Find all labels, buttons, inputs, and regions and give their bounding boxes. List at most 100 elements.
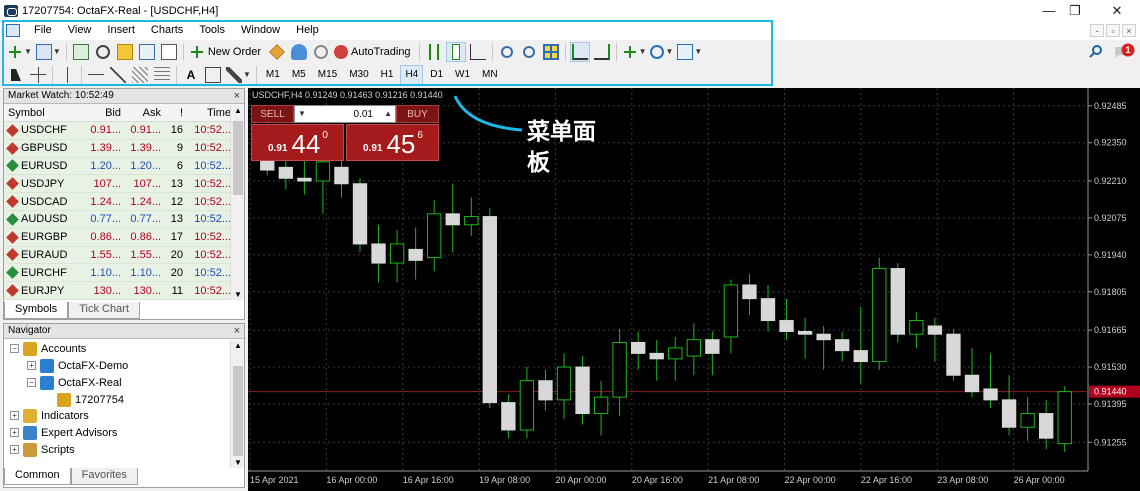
community-button[interactable]: [289, 42, 309, 62]
column-time[interactable]: Time: [183, 107, 233, 119]
column-spread[interactable]: !: [161, 107, 183, 119]
terminal-toggle-button[interactable]: [137, 42, 157, 62]
equidistant-channel-button[interactable]: [130, 65, 150, 85]
market-watch-row[interactable]: AUDUSD 0.77... 0.77... 13 10:52...: [4, 210, 244, 229]
tile-windows-button[interactable]: [541, 42, 561, 62]
menu-insert[interactable]: Insert: [99, 21, 143, 40]
zoom-in-button[interactable]: [497, 42, 517, 62]
menu-tools[interactable]: Tools: [191, 21, 233, 40]
mdi-restore-button[interactable]: ▫: [1106, 24, 1120, 37]
menu-file[interactable]: File: [26, 21, 60, 40]
notification-icon[interactable]: 1: [1113, 42, 1135, 60]
navigator-item[interactable]: + Scripts: [10, 441, 75, 458]
timeframe-d1[interactable]: D1: [425, 65, 448, 85]
bar-chart-button[interactable]: [424, 42, 444, 62]
expand-icon[interactable]: +: [10, 428, 19, 437]
menu-charts[interactable]: Charts: [143, 21, 191, 40]
tab-tick-chart[interactable]: Tick Chart: [68, 302, 140, 319]
zoom-out-button[interactable]: [519, 42, 539, 62]
auto-scroll-button[interactable]: [569, 41, 590, 62]
new-chart-button[interactable]: ▼: [6, 42, 33, 62]
chart-shift-button[interactable]: [592, 42, 612, 62]
autotrading-button[interactable]: AutoTrading: [333, 42, 415, 62]
menu-help[interactable]: Help: [288, 21, 327, 40]
buy-price-box[interactable]: 0.91 45 6: [346, 124, 439, 161]
tab-symbols[interactable]: Symbols: [4, 302, 69, 319]
navigator-item[interactable]: − OctaFX-Real: [27, 374, 122, 391]
expand-icon[interactable]: +: [27, 361, 36, 370]
navigator-item[interactable]: + OctaFX-Demo: [27, 357, 128, 374]
search-icon[interactable]: [1089, 44, 1103, 58]
navigator-item[interactable]: + Expert Advisors: [10, 424, 117, 441]
strategy-tester-button[interactable]: [159, 42, 179, 62]
scroll-thumb[interactable]: [233, 121, 243, 195]
timeframe-m15[interactable]: M15: [313, 65, 342, 85]
lot-increase-icon[interactable]: ▲: [384, 109, 392, 118]
new-order-button[interactable]: New Order: [188, 42, 265, 62]
signals-button[interactable]: [311, 42, 331, 62]
navigator-toggle-button[interactable]: [115, 42, 135, 62]
market-watch-toggle-button[interactable]: [71, 42, 91, 62]
mdi-minimize-button[interactable]: -: [1090, 24, 1104, 37]
navigator-close-icon[interactable]: ×: [234, 324, 240, 338]
menu-view[interactable]: View: [60, 21, 100, 40]
tab-common[interactable]: Common: [4, 468, 71, 485]
column-symbol[interactable]: Symbol: [4, 107, 86, 119]
cursor-tool-button[interactable]: [6, 65, 26, 85]
lot-decrease-icon[interactable]: ▼: [298, 109, 306, 118]
menu-window[interactable]: Window: [233, 21, 288, 40]
scroll-down-icon[interactable]: ▼: [234, 458, 242, 467]
navigator-scrollbar[interactable]: ▲ ▼: [230, 340, 244, 468]
market-watch-row[interactable]: USDJPY 107... 107... 13 10:52...: [4, 175, 244, 194]
market-watch-row[interactable]: USDCAD 1.24... 1.24... 12 10:52...: [4, 193, 244, 211]
market-watch-row[interactable]: USDCHF 0.91... 0.91... 16 10:52...: [4, 122, 244, 140]
timeframe-m30[interactable]: M30: [344, 65, 373, 85]
periods-button[interactable]: ▼: [649, 42, 674, 62]
metaeditor-button[interactable]: [267, 42, 287, 62]
sell-price-box[interactable]: 0.91 44 0: [251, 124, 344, 161]
collapse-icon[interactable]: −: [27, 378, 36, 387]
market-watch-row[interactable]: EURUSD 1.20... 1.20... 6 10:52...: [4, 157, 244, 176]
crosshair-tool-button[interactable]: [28, 65, 48, 85]
timeframe-h4[interactable]: H4: [400, 64, 424, 85]
fibonacci-button[interactable]: [152, 65, 172, 85]
arrows-button[interactable]: ▼: [225, 65, 252, 85]
vertical-line-button[interactable]: [57, 65, 77, 85]
profiles-button[interactable]: ▼: [35, 42, 62, 62]
market-watch-row[interactable]: EURAUD 1.55... 1.55... 20 10:52...: [4, 246, 244, 265]
column-ask[interactable]: Ask: [121, 107, 161, 119]
market-watch-row[interactable]: EURCHF 1.10... 1.10... 20 10:52...: [4, 264, 244, 283]
mdi-close-button[interactable]: ×: [1122, 24, 1136, 37]
scroll-thumb[interactable]: [233, 366, 243, 456]
templates-button[interactable]: ▼: [676, 42, 703, 62]
price-chart[interactable]: 0.92485 0.92350 0.92210 0.92075 0.91940 0.918…: [248, 88, 1140, 491]
market-watch-row[interactable]: EURGBP 0.86... 0.86... 17 10:52...: [4, 228, 244, 247]
text-label-button[interactable]: [203, 65, 223, 85]
buy-button[interactable]: BUY: [396, 105, 439, 123]
timeframe-h1[interactable]: H1: [376, 65, 399, 85]
market-watch-close-icon[interactable]: ×: [234, 89, 240, 103]
scroll-up-icon[interactable]: ▲: [234, 341, 242, 350]
collapse-icon[interactable]: −: [10, 344, 19, 353]
line-chart-button[interactable]: [468, 42, 488, 62]
column-bid[interactable]: Bid: [86, 107, 121, 119]
timeframe-m1[interactable]: M1: [261, 65, 285, 85]
tab-favorites[interactable]: Favorites: [70, 468, 138, 485]
trendline-button[interactable]: [108, 65, 128, 85]
navigator-item[interactable]: + Indicators: [10, 407, 89, 424]
lot-size-input[interactable]: ▼ 0.01 ▲: [294, 105, 396, 123]
text-tool-button[interactable]: A: [181, 65, 201, 85]
indicators-button[interactable]: ▼: [621, 42, 648, 62]
market-watch-row[interactable]: GBPUSD 1.39... 1.39... 9 10:52...: [4, 139, 244, 158]
navigator-item[interactable]: 17207754: [44, 391, 124, 408]
timeframe-m5[interactable]: M5: [287, 65, 311, 85]
horizontal-line-button[interactable]: [86, 65, 106, 85]
close-button[interactable]: ✕: [1094, 0, 1140, 21]
expand-icon[interactable]: +: [10, 411, 19, 420]
data-window-button[interactable]: [93, 42, 113, 62]
navigator-item[interactable]: − Accounts: [10, 340, 86, 357]
market-watch-scrollbar[interactable]: ▲ ▼: [230, 105, 244, 300]
timeframe-w1[interactable]: W1: [450, 65, 475, 85]
candlestick-chart-button[interactable]: [445, 41, 466, 62]
expand-icon[interactable]: +: [10, 445, 19, 454]
